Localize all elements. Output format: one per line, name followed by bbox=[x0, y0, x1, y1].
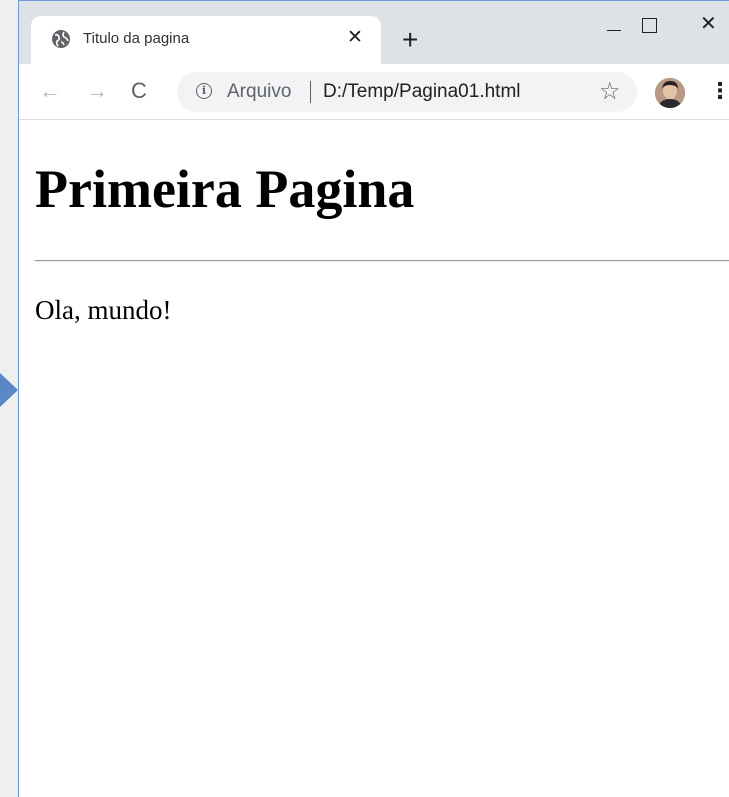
browser-toolbar: ← → C i Arquivo D:/Temp/Pagina01.html ☆ … bbox=[19, 64, 729, 120]
tab-close-icon[interactable]: ✕ bbox=[347, 28, 363, 48]
info-icon[interactable]: i bbox=[196, 83, 212, 99]
globe-icon bbox=[52, 30, 70, 48]
horizontal-rule bbox=[35, 260, 729, 262]
tab-strip: Titulo da pagina ✕ + ✕ bbox=[19, 1, 729, 64]
page-paragraph: Ola, mundo! bbox=[35, 295, 172, 325]
profile-avatar[interactable] bbox=[655, 78, 685, 108]
avatar-icon bbox=[655, 78, 685, 108]
browser-window: Titulo da pagina ✕ + ✕ ← → C i Arquivo D… bbox=[18, 0, 729, 797]
tab-title: Titulo da pagina bbox=[83, 30, 190, 47]
reload-button[interactable]: C bbox=[131, 79, 147, 103]
maximize-icon[interactable] bbox=[642, 18, 657, 33]
scheme-label: Arquivo bbox=[227, 81, 292, 102]
page-heading: Primeira Pagina bbox=[35, 159, 415, 219]
address-separator bbox=[310, 81, 311, 103]
menu-icon[interactable]: ⋮ bbox=[709, 79, 729, 103]
bookmark-star-icon[interactable]: ☆ bbox=[599, 78, 621, 106]
address-bar[interactable]: i Arquivo D:/Temp/Pagina01.html ☆ bbox=[177, 72, 637, 112]
page-content: Primeira Pagina Ola, mundo! bbox=[19, 120, 729, 797]
forward-button[interactable]: → bbox=[86, 79, 108, 103]
back-button[interactable]: ← bbox=[39, 79, 61, 103]
tab-active[interactable]: Titulo da pagina ✕ bbox=[31, 16, 381, 64]
side-arrow-icon bbox=[0, 373, 18, 407]
url-text[interactable]: D:/Temp/Pagina01.html bbox=[323, 81, 521, 103]
minimize-icon[interactable] bbox=[607, 30, 621, 31]
new-tab-button[interactable]: + bbox=[402, 26, 418, 54]
window-close-icon[interactable]: ✕ bbox=[700, 13, 717, 35]
